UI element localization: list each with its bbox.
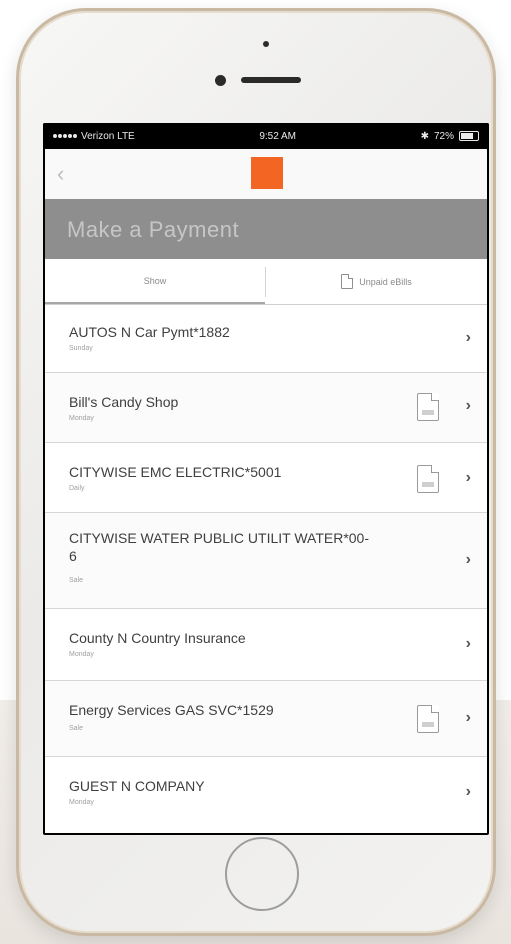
document-icon <box>341 274 354 289</box>
tab-unpaid-ebills-label: Unpaid eBills <box>359 276 412 287</box>
status-left: Verizon LTE <box>53 131 135 142</box>
app-view: ‹ Make a Payment Show Unpaid eBills AUTO… <box>45 149 487 833</box>
payee-row[interactable]: County N Country Insurance Monday › <box>45 609 487 681</box>
proximity-sensor <box>263 41 269 47</box>
home-button[interactable] <box>225 837 299 911</box>
status-right: ✱ 72% <box>421 131 479 142</box>
payee-name: Bill's Candy Shop <box>69 394 179 410</box>
nav-bar: ‹ <box>45 149 487 199</box>
payee-row[interactable]: CITYWISE WATER PUBLIC UTILIT WATER*00-6 … <box>45 513 487 609</box>
carrier-label: Verizon LTE <box>81 130 135 142</box>
payee-sub: Daily <box>69 485 85 492</box>
ebill-document-icon[interactable] <box>417 705 439 733</box>
payee-list: AUTOS N Car Pymt*1882 Sunday › Bill's Ca… <box>45 305 487 833</box>
status-time: 9:52 AM <box>259 130 297 142</box>
payee-sub: Sale <box>69 725 84 732</box>
chevron-right-icon: › <box>465 635 471 652</box>
tab-show[interactable]: Show <box>45 259 265 304</box>
payee-name: Energy Services GAS SVC*1529 <box>69 702 274 718</box>
payee-name: CITYWISE WATER PUBLIC UTILIT WATER*00-6 <box>69 530 369 564</box>
tab-bar: Show Unpaid eBills <box>45 259 487 305</box>
tab-unpaid-ebills[interactable]: Unpaid eBills <box>266 259 487 304</box>
payee-sub: Monday <box>69 651 94 658</box>
payee-sub: Sunday <box>69 345 93 352</box>
ebill-document-icon[interactable] <box>417 465 439 493</box>
bluetooth-icon: ✱ <box>420 130 429 142</box>
payee-row[interactable]: CITYWISE EMC ELECTRIC*5001 Daily › <box>45 443 487 513</box>
phone-screen: Verizon LTE 9:52 AM ✱ 72% ‹ Make a Payme… <box>43 123 489 835</box>
page-title: Make a Payment <box>67 217 240 242</box>
title-band: Make a Payment <box>45 199 487 259</box>
chevron-right-icon: › <box>465 551 471 568</box>
payee-row[interactable]: GUEST N COMPANY Monday › <box>45 757 487 833</box>
payee-row[interactable]: Bill's Candy Shop Monday › <box>45 373 487 443</box>
tab-show-label: Show <box>143 275 167 286</box>
payee-name: GUEST N COMPANY <box>69 778 205 794</box>
front-camera <box>215 75 226 86</box>
chevron-right-icon: › <box>465 469 471 486</box>
payee-sub: Monday <box>69 415 94 422</box>
chevron-right-icon: › <box>465 709 471 726</box>
battery-icon <box>459 131 479 141</box>
chevron-right-icon: › <box>465 783 471 800</box>
chevron-right-icon: › <box>465 397 471 414</box>
battery-percent: 72% <box>433 130 454 142</box>
payee-sub: Sale <box>69 577 84 584</box>
signal-icon <box>53 134 77 138</box>
payee-row[interactable]: Energy Services GAS SVC*1529 Sale › <box>45 681 487 757</box>
ebill-document-icon[interactable] <box>417 393 439 421</box>
payee-sub: Monday <box>69 799 94 806</box>
earpiece-speaker <box>241 77 301 83</box>
brand-logo <box>251 157 283 189</box>
payee-name: County N Country Insurance <box>69 630 246 646</box>
status-bar: Verizon LTE 9:52 AM ✱ 72% <box>43 123 489 149</box>
chevron-right-icon: › <box>465 329 471 346</box>
payee-name: CITYWISE EMC ELECTRIC*5001 <box>69 464 282 480</box>
chevron-left-icon[interactable]: ‹ <box>57 163 64 185</box>
payee-name: AUTOS N Car Pymt*1882 <box>69 324 230 340</box>
payee-row[interactable]: AUTOS N Car Pymt*1882 Sunday › <box>45 305 487 373</box>
